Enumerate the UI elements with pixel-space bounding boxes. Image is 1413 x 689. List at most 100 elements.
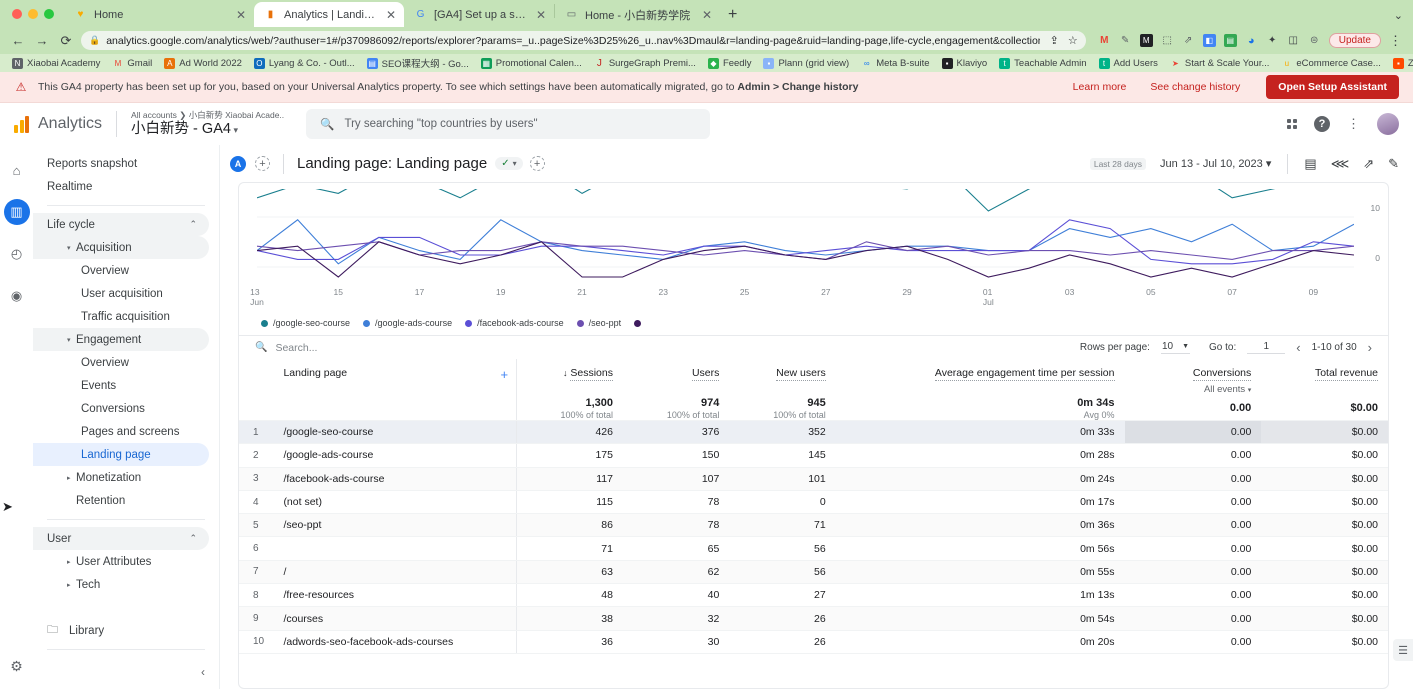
rows-per-page-select[interactable]: 10▼ bbox=[1161, 341, 1190, 354]
date-range-picker[interactable]: Jun 13 - Jul 10, 2023 ▾ bbox=[1160, 157, 1271, 170]
extension-puzzle-icon[interactable]: ✦ bbox=[1266, 34, 1279, 47]
property-selector[interactable]: All accounts ❯ 小白新势 Xiaobai Acade.. 小白新势… bbox=[131, 109, 284, 139]
minimize-window-button[interactable] bbox=[28, 9, 38, 19]
legend-item[interactable]: /google-seo-course bbox=[261, 318, 350, 328]
bookmark-item[interactable]: ▪Klaviyo bbox=[936, 58, 994, 69]
bookmark-item[interactable]: JSurgeGraph Premi... bbox=[588, 58, 702, 69]
bookmark-item[interactable]: ▪Zap History bbox=[1387, 58, 1413, 69]
learn-more-link[interactable]: Learn more bbox=[1073, 81, 1127, 93]
next-page-button[interactable]: › bbox=[1368, 340, 1372, 355]
close-window-button[interactable] bbox=[12, 9, 22, 19]
table-row[interactable]: 9/courses3832260m 54s0.00$0.00 bbox=[239, 607, 1388, 630]
sidebar-item-engagement[interactable]: ▾Engagement bbox=[33, 328, 209, 351]
sidebar-item-user-attributes[interactable]: ▸User Attributes bbox=[33, 550, 209, 573]
comparison-badge[interactable]: A bbox=[230, 156, 246, 172]
sidebar-group-life-cycle[interactable]: Life cycle ⌃ bbox=[33, 213, 209, 236]
close-icon[interactable]: ✕ bbox=[702, 9, 712, 21]
see-change-history-link[interactable]: See change history bbox=[1150, 81, 1240, 93]
help-icon[interactable]: ? bbox=[1314, 116, 1330, 132]
compare-icon[interactable]: ⇗ bbox=[1363, 156, 1374, 172]
sidebar-item-tech[interactable]: ▸Tech bbox=[33, 573, 209, 596]
sidebar-item-realtime[interactable]: Realtime bbox=[33, 175, 209, 198]
open-setup-assistant-button[interactable]: Open Setup Assistant bbox=[1266, 75, 1399, 99]
sidebar-item-landing-page[interactable]: Landing page bbox=[33, 443, 209, 466]
chevron-down-icon[interactable]: ▾ bbox=[1266, 158, 1272, 170]
add-filter-button[interactable]: + bbox=[530, 156, 545, 171]
table-row[interactable]: 3/facebook-ads-course1171071010m 24s0.00… bbox=[239, 467, 1388, 490]
sidebar-item-reports-snapshot[interactable]: Reports snapshot bbox=[33, 152, 209, 175]
table-row[interactable]: 8/free-resources4840271m 13s0.00$0.00 bbox=[239, 584, 1388, 607]
sidebar-item-events[interactable]: Events bbox=[33, 374, 209, 397]
extension-screenshot-icon[interactable]: ⬚ bbox=[1161, 34, 1174, 47]
edit-icon[interactable]: ✎ bbox=[1388, 156, 1399, 172]
sidebar-group-user[interactable]: User ⌃ bbox=[33, 527, 209, 550]
sidebar-item-conversions[interactable]: Conversions bbox=[33, 397, 209, 420]
bookmark-item[interactable]: MGmail bbox=[106, 58, 158, 69]
chevron-down-icon[interactable]: ▾ bbox=[1248, 387, 1252, 394]
reload-icon[interactable]: ⟳ bbox=[57, 33, 75, 49]
browser-tab-analytics[interactable]: ▮ Analytics | Landing page: Land ✕ bbox=[254, 2, 404, 27]
status-badge[interactable]: ✓▾ bbox=[495, 157, 522, 170]
bookmark-star-icon[interactable]: ☆ bbox=[1068, 34, 1078, 47]
table-row[interactable]: 4(not set)1157800m 17s0.00$0.00 bbox=[239, 490, 1388, 513]
legend-item[interactable] bbox=[634, 320, 646, 327]
caret-down-icon[interactable]: ▾ bbox=[67, 244, 76, 252]
table-row[interactable]: 1/google-seo-course4263763520m 33s0.00$0… bbox=[239, 421, 1388, 444]
legend-item[interactable]: /facebook-ads-course bbox=[465, 318, 564, 328]
bookmark-item[interactable]: ∞Meta B-suite bbox=[855, 58, 935, 69]
feedback-icon[interactable]: ☰ bbox=[1393, 639, 1413, 661]
back-icon[interactable]: ← bbox=[9, 33, 27, 48]
table-header-avg-engagement-time[interactable]: Average engagement time per session bbox=[836, 359, 1125, 397]
insights-icon[interactable]: ▤ bbox=[1304, 156, 1316, 172]
bookmark-item[interactable]: ▪Plann (grid view) bbox=[757, 58, 855, 69]
bookmark-item[interactable]: ▦Promotional Calen... bbox=[475, 58, 588, 69]
sidebar-item-retention[interactable]: Retention bbox=[33, 489, 209, 512]
chevron-down-icon[interactable]: ⌄ bbox=[1394, 9, 1403, 22]
add-dimension-button[interactable]: + bbox=[501, 367, 509, 382]
sort-desc-icon[interactable]: ↓ bbox=[563, 368, 568, 378]
gear-icon[interactable]: ⚙ bbox=[10, 658, 23, 675]
extension-highlighter-icon[interactable]: ✎ bbox=[1119, 34, 1132, 47]
bookmark-item[interactable]: NXiaobai Academy bbox=[6, 58, 106, 69]
sidebar-item-acquisition-overview[interactable]: Overview bbox=[33, 259, 209, 282]
table-header-users[interactable]: Users bbox=[623, 359, 729, 397]
extension-link-icon[interactable]: ⇗ bbox=[1182, 34, 1195, 47]
browser-tab-xiaobai[interactable]: ▭ Home - 小白新势学院 ✕ bbox=[555, 2, 720, 27]
forward-icon[interactable]: → bbox=[33, 33, 51, 48]
bookmark-item[interactable]: ➤Start & Scale Your... bbox=[1164, 58, 1276, 69]
table-row[interactable]: 67165560m 56s0.00$0.00 bbox=[239, 537, 1388, 560]
caret-right-icon[interactable]: ▸ bbox=[67, 581, 76, 589]
browser-menu-icon[interactable]: ⋮ bbox=[1387, 33, 1404, 49]
table-row[interactable]: 10/adwords-seo-facebook-ads-courses36302… bbox=[239, 630, 1388, 653]
legend-item[interactable]: /seo-ppt bbox=[577, 318, 622, 328]
bookmark-item[interactable]: ueCommerce Case... bbox=[1275, 58, 1386, 69]
close-icon[interactable]: ✕ bbox=[536, 9, 546, 21]
bookmark-item[interactable]: tTeachable Admin bbox=[993, 58, 1092, 69]
new-tab-button[interactable]: + bbox=[720, 7, 745, 27]
conversions-event-selector[interactable]: All events ▾ bbox=[1135, 384, 1252, 395]
bookmark-item[interactable]: ◆Feedly bbox=[702, 58, 758, 69]
bookmark-item[interactable]: ▤SEO课程大纲 - Go... bbox=[361, 56, 475, 70]
legend-item[interactable]: /google-ads-course bbox=[363, 318, 452, 328]
sidebar-item-engagement-overview[interactable]: Overview bbox=[33, 351, 209, 374]
bookmark-item[interactable]: AAd World 2022 bbox=[158, 58, 248, 69]
close-icon[interactable]: ✕ bbox=[386, 9, 396, 21]
extension-profile-icon[interactable]: ⊜ bbox=[1308, 34, 1321, 47]
extension-mailtrack-icon[interactable]: M bbox=[1140, 34, 1153, 47]
sidebar-item-library[interactable]: 🗀Library bbox=[33, 619, 219, 642]
chevron-up-icon[interactable]: ⌃ bbox=[189, 219, 197, 230]
table-header-landing-page[interactable]: Landing page + bbox=[273, 359, 516, 397]
sidebar-item-traffic-acquisition[interactable]: Traffic acquisition bbox=[33, 305, 209, 328]
chevron-up-icon[interactable]: ⌃ bbox=[189, 533, 197, 544]
table-search-input[interactable]: 🔍 Search... bbox=[255, 342, 317, 354]
extension-blue-icon[interactable]: ◧ bbox=[1203, 34, 1216, 47]
browser-tab-ga4-help[interactable]: G [GA4] Set up a scroll conversi ✕ bbox=[404, 2, 554, 27]
analytics-logo[interactable]: Analytics bbox=[14, 115, 102, 133]
goto-page-input[interactable]: 1 bbox=[1247, 341, 1285, 354]
share-icon[interactable]: ⋘ bbox=[1331, 156, 1350, 172]
collapse-sidebar-button[interactable]: ‹ bbox=[33, 657, 219, 689]
table-row[interactable]: 5/seo-ppt8678710m 36s0.00$0.00 bbox=[239, 514, 1388, 537]
table-header-sessions[interactable]: ↓ Sessions bbox=[517, 359, 623, 397]
global-search-input[interactable]: 🔍 Try searching "top countries by users" bbox=[306, 109, 710, 139]
share-icon[interactable]: ⇪ bbox=[1050, 34, 1059, 47]
